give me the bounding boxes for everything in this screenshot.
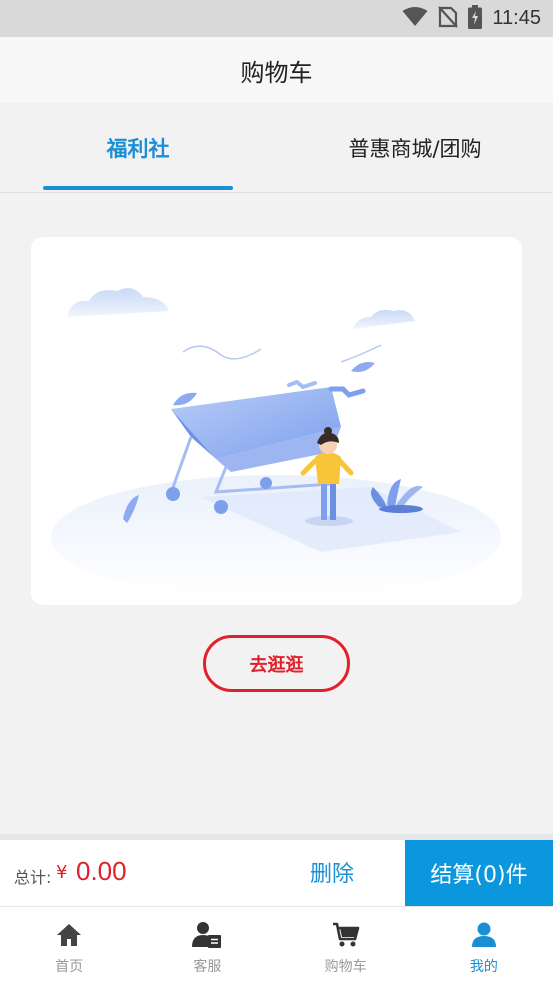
tabbar-item-home[interactable]: 首页 [0,907,138,983]
currency-symbol: ¥ [56,862,68,883]
status-icons: 11:45 [402,4,541,33]
checkout-bar: 总计: ¥ 0.00 删除 结算(0)件 [0,834,553,906]
empty-cart-illustration [51,288,501,599]
status-time: 11:45 [492,7,541,29]
home-icon [54,920,84,950]
tab-mall-group-buy[interactable]: 普惠商城/团购 [320,103,510,193]
bottom-tab-bar: 首页 客服 购物车 我的 [0,906,553,983]
go-shopping-button[interactable]: 去逛逛 [203,635,350,692]
page-title: 购物车 [240,58,313,87]
no-sim-icon [438,5,459,32]
tabbar-label: 首页 [55,959,84,975]
tabbar-item-cart[interactable]: 购物车 [277,907,415,983]
empty-cart-card [31,237,522,605]
wifi-icon [402,6,428,31]
nav-bar: 购物车 [0,37,553,103]
battery-charging-icon [468,4,483,33]
tabbar-label: 我的 [469,959,498,975]
total-amount: 0.00 [76,856,127,886]
tabbar-item-profile[interactable]: 我的 [415,907,553,983]
profile-icon [469,920,499,950]
checkout-button[interactable]: 结算(0)件 [405,840,553,906]
active-tab-indicator [43,186,233,190]
cart-icon [331,920,361,950]
customer-service-icon [192,920,222,950]
tabbar-item-customer-service[interactable]: 客服 [138,907,276,983]
cart-tabs: 福利社 普惠商城/团购 [0,103,553,193]
status-bar: 11:45 [0,0,553,37]
tab-welfare[interactable]: 福利社 [43,103,233,193]
delete-button[interactable]: 删除 [300,854,364,890]
total-label: 总计: [14,868,52,887]
tabbar-label: 购物车 [324,959,367,975]
tabbar-label: 客服 [193,959,222,975]
